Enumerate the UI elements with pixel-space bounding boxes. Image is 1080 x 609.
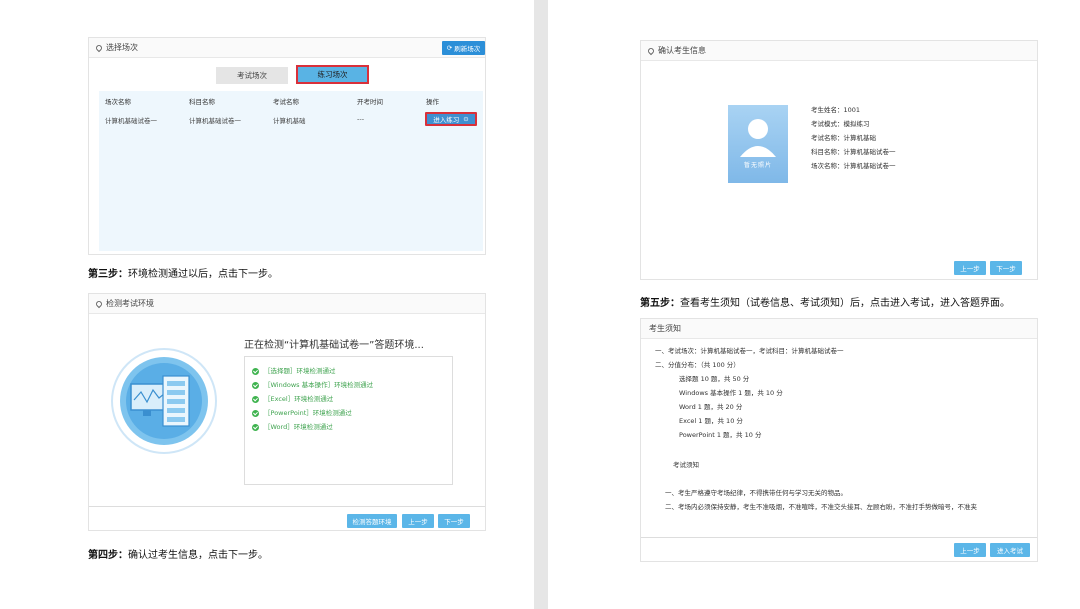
col-header: 考试名称 xyxy=(273,98,299,106)
panel-header: 检测考试环境 xyxy=(89,294,485,314)
check-circle-icon xyxy=(252,423,259,431)
tab-practice-session[interactable]: 练习场次 xyxy=(296,65,369,84)
panel-title: 选择场次 xyxy=(106,43,138,52)
server-illustration xyxy=(111,348,217,454)
notice-content: 一、考试场次：计算机基础试卷一，考试科目：计算机基础试卷一 二、分值分布：（共 … xyxy=(655,347,977,511)
check-circle-icon xyxy=(252,395,259,403)
panel-title: 确认考生信息 xyxy=(658,46,706,55)
env-check-list: ［选择题］环境检测通过 ［Windows 基本操作］环境检测通过 ［Excel］… xyxy=(244,356,453,485)
panel-title: 考生须知 xyxy=(649,324,681,333)
panel-header: 选择场次 xyxy=(89,38,485,58)
divider xyxy=(641,537,1037,538)
check-circle-icon xyxy=(252,409,259,417)
panel-title: 检测考试环境 xyxy=(106,299,154,308)
env-check-panel: 检测考试环境 正在检测“计算机基础试卷一”答题环境... ［选择题］环境检测通过… xyxy=(88,293,486,531)
candidate-info: 考生姓名：1001 考试模式：模拟练习 考试名称：计算机基础 科目名称：计算机基… xyxy=(811,106,896,170)
sessions-table: 场次名称 科目名称 考试名称 开考时间 操作 计算机基础试卷一 计算机基础试卷一… xyxy=(99,91,483,251)
candidate-notice-panel: 考生须知 一、考试场次：计算机基础试卷一，考试科目：计算机基础试卷一 二、分值分… xyxy=(640,318,1038,562)
document-page-right: 确认考生信息 暂无照片 考生姓名：1001 考试模式：模拟练习 考试名称：计算机… xyxy=(548,0,1080,609)
check-circle-icon xyxy=(252,367,259,375)
check-circle-icon xyxy=(252,381,259,389)
location-pin-icon xyxy=(646,46,656,55)
next-step-button[interactable]: 下一步 xyxy=(438,514,470,528)
prev-step-button[interactable]: 上一步 xyxy=(954,543,986,557)
prev-step-button[interactable]: 上一步 xyxy=(954,261,986,275)
check-item: ［PowerPoint］环境检测通过 xyxy=(252,407,352,417)
col-header: 场次名称 xyxy=(105,98,131,106)
check-item: ［Excel］环境检测通过 xyxy=(252,393,333,403)
next-step-button[interactable]: 下一步 xyxy=(990,261,1022,275)
photo-caption: 暂无照片 xyxy=(743,162,772,169)
col-header: 开考时间 xyxy=(357,98,383,106)
env-check-title: 正在检测“计算机基础试卷一”答题环境... xyxy=(244,340,424,351)
location-pin-icon xyxy=(94,299,104,308)
select-session-panel: 选择场次 ⟳ 刷新场次 考试场次 练习场次 场次名称 科目名称 考试名称 开考时… xyxy=(88,37,486,255)
tab-exam-session[interactable]: 考试场次 xyxy=(216,67,288,84)
prev-step-button[interactable]: 上一步 xyxy=(402,514,434,528)
col-header: 科目名称 xyxy=(189,98,215,106)
refresh-sessions-button[interactable]: ⟳ 刷新场次 xyxy=(442,41,485,55)
refresh-icon: ⟳ xyxy=(446,44,453,52)
step4-caption: 第四步：确认过考生信息，点击下一步。 xyxy=(88,550,268,561)
step5-caption: 第五步：查看考生须知（试卷信息、考试须知）后，点击进入考试，进入答题界面。 xyxy=(640,298,1010,309)
enter-exam-button[interactable]: 进入考试 xyxy=(990,543,1030,557)
divider xyxy=(89,506,485,507)
check-env-button[interactable]: 检测答题环境 xyxy=(347,514,397,528)
panel-header: 确认考生信息 xyxy=(641,41,1037,61)
avatar-placeholder: 暂无照片 xyxy=(728,105,788,183)
step3-caption: 第三步：环境检测通过以后，点击下一步。 xyxy=(88,269,278,280)
confirm-info-panel: 确认考生信息 暂无照片 考生姓名：1001 考试模式：模拟练习 考试名称：计算机… xyxy=(640,40,1038,280)
check-item: ［Windows 基本操作］环境检测通过 xyxy=(252,379,373,389)
check-item: ［Word］环境检测通过 xyxy=(252,421,333,431)
check-item: ［选择题］环境检测通过 xyxy=(252,365,336,375)
panel-header: 考生须知 xyxy=(641,319,1037,339)
play-icon: ⊙ xyxy=(463,115,469,123)
table-header-row: 场次名称 科目名称 考试名称 开考时间 操作 xyxy=(99,96,483,108)
enter-practice-button[interactable]: 进入练习 ⊙ xyxy=(425,112,477,126)
document-page-left: 选择场次 ⟳ 刷新场次 考试场次 练习场次 场次名称 科目名称 考试名称 开考时… xyxy=(0,0,534,609)
col-header: 操作 xyxy=(426,98,439,106)
location-pin-icon xyxy=(94,43,104,52)
